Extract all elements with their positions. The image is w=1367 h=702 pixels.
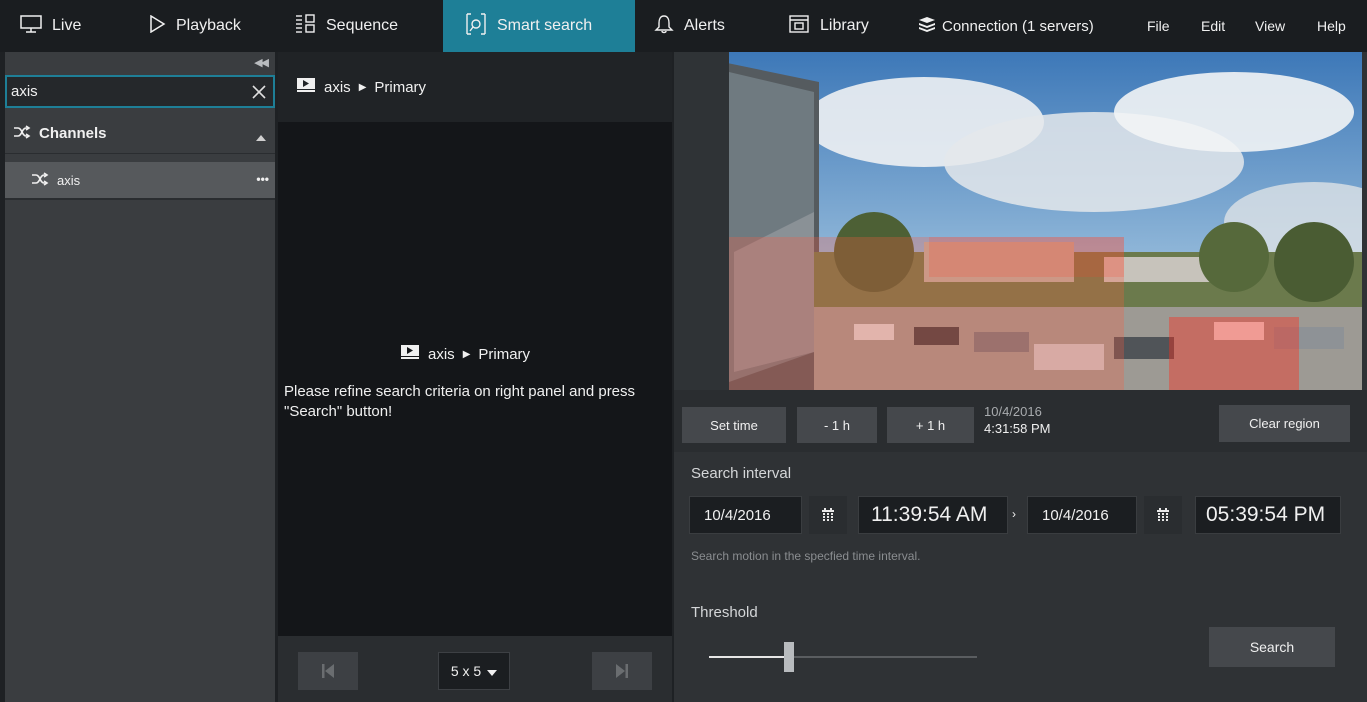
monitor-icon [20, 14, 42, 38]
threshold-slider-fill [709, 656, 789, 658]
connection-button[interactable]: Connection (1 servers) [918, 0, 1094, 52]
clear-search-icon[interactable] [245, 78, 273, 106]
threshold-label: Threshold [691, 604, 758, 621]
end-date-field[interactable]: 10/4/2016 [1027, 496, 1137, 534]
tab-smart-search[interactable]: Smart search [443, 0, 635, 52]
play-icon [148, 14, 166, 38]
first-page-button[interactable] [298, 652, 358, 690]
preview-controls: Set time - 1 h + 1 h 10/4/2016 4:31:58 P… [674, 390, 1367, 452]
shuffle-icon [13, 124, 31, 143]
interval-hint: Search motion in the specfied time inter… [691, 549, 921, 563]
tab-smart-search-label: Smart search [497, 17, 593, 34]
calendar-icon[interactable] [1144, 496, 1182, 534]
results-header: axis ▶ Primary [278, 52, 672, 122]
tab-live[interactable]: Live [12, 0, 132, 52]
menu-help[interactable]: Help [1317, 0, 1346, 52]
smart-search-icon [465, 12, 487, 40]
breadcrumb-arrow-icon: ▶ [462, 348, 471, 360]
tab-alerts[interactable]: Alerts [648, 0, 758, 52]
minus-hour-button[interactable]: - 1 h [797, 407, 877, 443]
camera-icon [296, 77, 316, 97]
plus-hour-button[interactable]: + 1 h [887, 407, 974, 443]
threshold-slider-handle[interactable] [784, 642, 794, 672]
last-page-button[interactable] [592, 652, 652, 690]
channels-section-label: Channels [39, 125, 107, 142]
channel-search [5, 75, 275, 108]
threshold-slider[interactable] [709, 642, 977, 672]
collapse-sidebar-button[interactable]: ◀◀ [254, 56, 269, 69]
tab-playback[interactable]: Playback [140, 0, 268, 52]
header-stream-name: Primary [374, 78, 427, 96]
calendar-icon[interactable] [809, 496, 847, 534]
connection-label: Connection (1 servers) [942, 17, 1094, 35]
tab-live-label: Live [52, 17, 82, 34]
library-icon [788, 14, 810, 39]
end-time-field[interactable]: 05:39:54 PM [1195, 496, 1341, 534]
preview-timestamp-date: 10/4/2016 [984, 404, 1042, 419]
grid-size-select[interactable]: 5 x 5 [438, 652, 510, 690]
channel-item[interactable]: axis ••• [5, 162, 275, 200]
tab-alerts-label: Alerts [684, 17, 725, 34]
tab-library[interactable]: Library [782, 0, 902, 52]
menu-file[interactable]: File [1147, 0, 1170, 52]
menu-edit[interactable]: Edit [1201, 0, 1225, 52]
interval-arrow-icon: › [1012, 507, 1016, 521]
skip-forward-icon [616, 664, 628, 678]
results-panel: axis ▶ Primary axis ▶ Primary Please ref… [278, 52, 672, 702]
channel-sidebar: ◀◀ Channels axis ••• [5, 52, 275, 702]
servers-icon [918, 16, 936, 36]
channels-section-header[interactable]: Channels [5, 114, 275, 154]
shuffle-icon [31, 171, 49, 189]
tab-sequence-label: Sequence [326, 17, 399, 34]
breadcrumb-arrow-icon: ▶ [358, 81, 367, 93]
search-interval-label: Search interval [691, 465, 792, 482]
instruction-message: Please refine search criteria on right p… [284, 383, 636, 420]
grid-size-value: 5 x 5 [450, 663, 482, 679]
chevron-down-icon [487, 663, 498, 679]
bell-icon [654, 14, 674, 39]
menu-view[interactable]: View [1255, 0, 1285, 52]
set-time-button[interactable]: Set time [682, 407, 786, 443]
sub-stream-name: Primary [478, 345, 531, 363]
sub-channel-name: axis [428, 345, 455, 363]
tab-library-label: Library [820, 17, 869, 34]
tab-playback-label: Playback [176, 17, 241, 34]
collapse-caret-icon[interactable] [255, 129, 267, 146]
header-channel-name: axis [324, 78, 351, 96]
channel-search-input[interactable] [7, 77, 245, 106]
pagination-bar: 5 x 5 [278, 636, 672, 702]
grid-icon [294, 13, 316, 39]
more-options-icon[interactable]: ••• [256, 172, 269, 186]
start-time-field[interactable]: 11:39:54 AM [858, 496, 1008, 534]
skip-back-icon [322, 664, 334, 678]
start-date-field[interactable]: 10/4/2016 [689, 496, 802, 534]
results-subtitle: axis ▶ Primary [400, 344, 530, 364]
tab-sequence[interactable]: Sequence [286, 0, 436, 52]
channel-item-label: axis [57, 172, 81, 188]
clear-region-button[interactable]: Clear region [1219, 405, 1350, 442]
search-settings-panel: Set time - 1 h + 1 h 10/4/2016 4:31:58 P… [674, 52, 1367, 702]
camera-preview[interactable] [674, 52, 1362, 390]
search-button[interactable]: Search [1209, 627, 1335, 667]
camera-icon [400, 344, 420, 364]
preview-timestamp-time: 4:31:58 PM [984, 421, 1051, 436]
top-navigation: Live Playback Sequence Smart search Aler… [0, 0, 1367, 52]
